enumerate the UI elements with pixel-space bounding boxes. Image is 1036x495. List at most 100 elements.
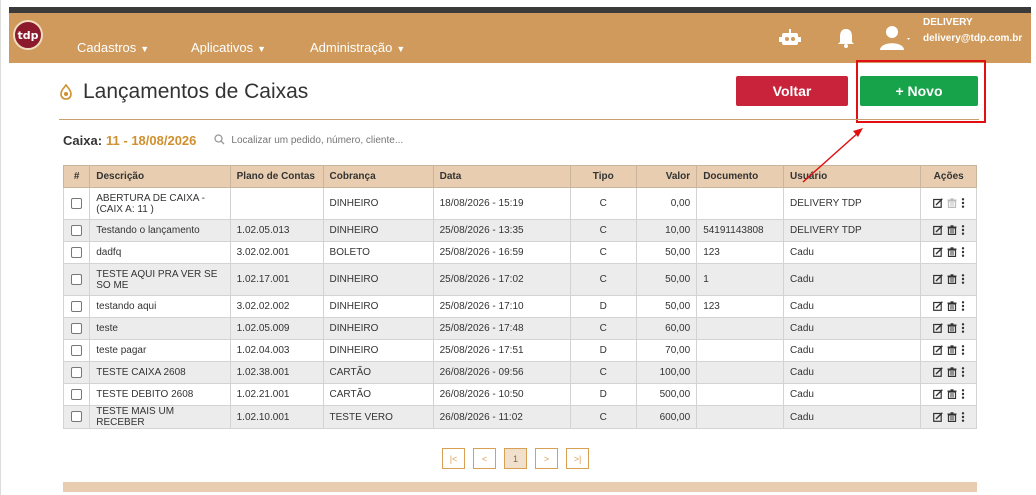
cell-documento [696, 339, 785, 362]
table-row[interactable]: Testando o lançamento 1.02.05.013 DINHEIRO… [62, 219, 977, 242]
row-select-cell [62, 263, 91, 296]
col-header-descricao[interactable]: Descrição [89, 165, 231, 188]
current-page-button[interactable]: 1 [504, 448, 527, 469]
voltar-button[interactable]: Voltar [736, 76, 848, 106]
table-row[interactable]: dadfq 3.02.02.001 BOLETO 25/08/2026 - 16:59… [62, 241, 977, 264]
trash-icon[interactable] [947, 412, 957, 422]
menu-administracao[interactable]: Administração ▼ [310, 40, 405, 55]
more-options-icon[interactable] [961, 345, 965, 356]
cell-descricao: testando aqui [89, 295, 231, 318]
more-options-icon[interactable] [961, 198, 965, 209]
cell-plano: 1.02.38.001 [229, 361, 324, 384]
more-options-icon[interactable] [961, 247, 965, 258]
col-header-plano[interactable]: Plano de Contas [229, 165, 324, 188]
edit-icon[interactable] [932, 274, 943, 285]
row-checkbox[interactable] [71, 344, 83, 356]
table-row[interactable]: testando aqui 3.02.02.002 DINHEIRO 25/08/20… [62, 295, 977, 318]
table-row[interactable]: teste 1.02.05.009 DINHEIRO 25/08/2026 - 17:… [62, 317, 977, 340]
row-checkbox[interactable] [71, 322, 83, 334]
more-options-icon[interactable] [961, 274, 965, 285]
first-page-button[interactable]: |< [442, 448, 465, 469]
table-row[interactable]: TESTE MAIS UM RECEBER 1.02.10.001 TESTE VE… [62, 405, 977, 429]
col-header-tipo[interactable]: Tipo [569, 165, 637, 188]
edit-icon[interactable] [932, 301, 943, 312]
row-checkbox[interactable] [71, 224, 83, 236]
row-select-cell [62, 361, 91, 384]
more-options-icon[interactable] [961, 411, 965, 422]
col-header-documento[interactable]: Documento [696, 165, 785, 188]
trash-icon[interactable] [947, 274, 957, 285]
logo[interactable]: tdp [13, 20, 43, 50]
col-header-valor[interactable]: Valor [635, 165, 698, 188]
cell-valor: 600,00 [635, 405, 698, 429]
edit-icon[interactable] [932, 247, 943, 258]
menu-cadastros[interactable]: Cadastros ▼ [77, 40, 149, 55]
row-checkbox[interactable] [71, 300, 83, 312]
trash-icon[interactable] [947, 389, 957, 400]
trash-icon[interactable] [947, 301, 957, 312]
cell-tipo: C [569, 361, 637, 384]
row-checkbox[interactable] [71, 366, 83, 378]
more-options-icon[interactable] [961, 389, 965, 400]
cell-descricao: TESTE CAIXA 2608 [89, 361, 231, 384]
col-header-data[interactable]: Data [432, 165, 571, 188]
row-checkbox[interactable] [71, 246, 83, 258]
cell-plano: 3.02.02.002 [229, 295, 324, 318]
chevron-down-icon: ▼ [396, 44, 406, 54]
edit-icon[interactable] [932, 412, 943, 422]
edit-icon[interactable] [932, 389, 943, 400]
trash-icon[interactable] [947, 198, 957, 209]
col-header-usuario[interactable]: Usuário [783, 165, 922, 188]
table-row[interactable]: TESTE AQUI PRA VER SE SO ME 1.02.17.001 DI… [62, 263, 977, 296]
trash-icon[interactable] [947, 225, 957, 236]
navbar: tdp Cadastros ▼ Aplicativos ▼ Administraçã… [9, 13, 1031, 63]
cell-tipo: C [569, 263, 637, 296]
table-row[interactable]: TESTE DEBITO 2608 1.02.21.001 CARTÃO 26/08/… [62, 383, 977, 406]
row-checkbox[interactable] [71, 197, 83, 209]
edit-icon[interactable] [932, 367, 943, 378]
cell-tipo: D [569, 339, 637, 362]
row-select-cell [62, 339, 91, 362]
bell-icon[interactable] [836, 27, 856, 54]
next-page-button[interactable]: > [535, 448, 558, 469]
menu-aplicativos[interactable]: Aplicativos ▼ [191, 40, 266, 55]
user-avatar-icon[interactable] [879, 25, 913, 56]
page-header: Lançamentos de Caixas [59, 80, 308, 104]
row-checkbox[interactable] [71, 273, 83, 285]
row-checkbox[interactable] [71, 411, 83, 423]
trash-icon[interactable] [947, 323, 957, 334]
cell-valor: 10,00 [635, 219, 698, 242]
more-options-icon[interactable] [961, 367, 965, 378]
cell-acoes [920, 263, 977, 296]
robot-icon[interactable] [779, 27, 801, 54]
trash-icon[interactable] [947, 345, 957, 356]
more-options-icon[interactable] [961, 225, 965, 236]
trash-icon[interactable] [947, 247, 957, 258]
search-input[interactable] [231, 135, 492, 146]
table-row[interactable]: teste pagar 1.02.04.003 DINHEIRO 25/08/2026… [62, 339, 977, 362]
menu-label: Aplicativos [191, 40, 254, 55]
cell-plano [229, 187, 324, 220]
col-header-cobranca[interactable]: Cobrança [322, 165, 434, 188]
cell-documento [696, 187, 785, 220]
cell-cobranca: DINHEIRO [322, 295, 434, 318]
prev-page-button[interactable]: < [473, 448, 496, 469]
cell-valor: 100,00 [635, 361, 698, 384]
edit-icon[interactable] [932, 345, 943, 356]
table-row[interactable]: ABERTURA DE CAIXA - (CAIX A: 11 ) DINHEIR… [62, 187, 977, 220]
last-page-button[interactable]: >| [566, 448, 589, 469]
edit-icon[interactable] [932, 323, 943, 334]
edit-icon[interactable] [932, 198, 943, 209]
row-checkbox[interactable] [71, 388, 83, 400]
cell-data: 18/08/2026 - 15:19 [432, 187, 571, 220]
col-header-index: # [62, 165, 91, 188]
edit-icon[interactable] [932, 225, 943, 236]
more-options-icon[interactable] [961, 323, 965, 334]
trash-icon[interactable] [947, 367, 957, 378]
cell-usuario: DELIVERY TDP [783, 187, 922, 220]
cell-plano: 1.02.04.003 [229, 339, 324, 362]
cell-documento [696, 383, 785, 406]
more-options-icon[interactable] [961, 301, 965, 312]
cell-plano: 3.02.02.001 [229, 241, 324, 264]
table-row[interactable]: TESTE CAIXA 2608 1.02.38.001 CARTÃO 26/08/2… [62, 361, 977, 384]
